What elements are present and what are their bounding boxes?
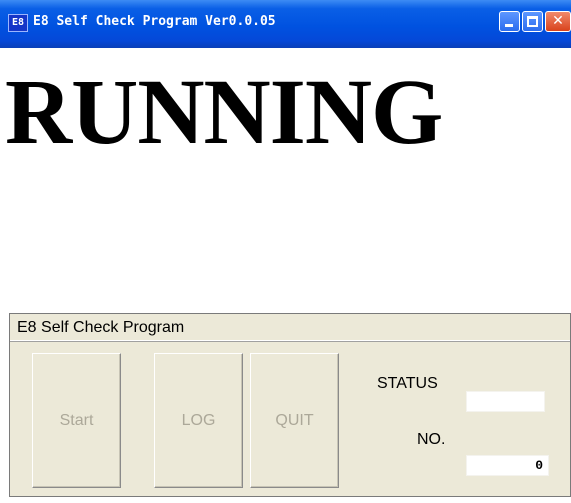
title-bar[interactable]: E8 E8 Self Check Program Ver0.0.05 ✕ <box>0 0 571 48</box>
panel-title: E8 Self Check Program <box>17 319 185 336</box>
status-field <box>466 391 545 412</box>
status-display-area: RUNNING <box>0 48 571 313</box>
app-icon[interactable]: E8 <box>8 14 28 32</box>
quit-button[interactable]: QUIT <box>250 353 339 488</box>
log-button[interactable]: LOG <box>154 353 243 488</box>
window-title: E8 Self Check Program Ver0.0.05 <box>33 14 276 29</box>
start-button[interactable]: Start <box>32 353 121 488</box>
running-state-text: RUNNING <box>5 61 443 164</box>
maximize-button[interactable] <box>522 11 543 32</box>
close-button[interactable]: ✕ <box>545 11 571 32</box>
number-field: 0 <box>466 455 549 476</box>
control-panel: E8 Self Check Program Start LOG QUIT STA… <box>9 313 571 497</box>
number-label: NO. <box>417 431 446 448</box>
maximize-icon <box>527 16 538 27</box>
close-icon: ✕ <box>552 13 564 29</box>
app-window: E8 E8 Self Check Program Ver0.0.05 ✕ RUN… <box>0 0 571 503</box>
minimize-button[interactable] <box>499 11 520 32</box>
minimize-icon <box>505 24 513 27</box>
status-label: STATUS <box>377 375 438 392</box>
panel-header: E8 Self Check Program <box>10 314 570 341</box>
